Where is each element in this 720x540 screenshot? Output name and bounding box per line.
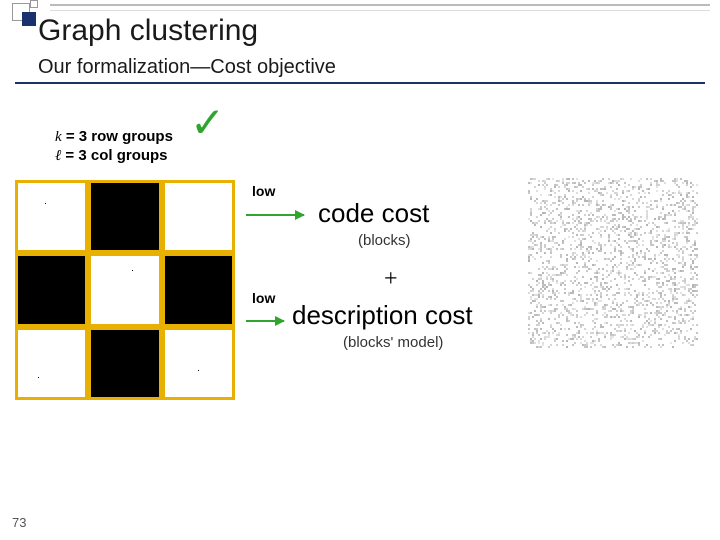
grid-cell xyxy=(162,180,235,253)
code-cost-label: code cost xyxy=(318,198,429,229)
grid-cell xyxy=(88,327,161,400)
block-grid xyxy=(15,180,235,400)
page-number: 73 xyxy=(12,515,26,530)
k-text: = 3 row groups xyxy=(62,128,173,145)
l-text: = 3 col groups xyxy=(61,147,167,164)
page-title: Graph clustering xyxy=(38,14,258,48)
k-variable: k xyxy=(55,129,62,145)
arrow-icon xyxy=(246,214,304,216)
grid-cell xyxy=(162,253,235,326)
checkmark-icon: ✓ xyxy=(190,98,225,147)
low-label-2: low xyxy=(252,290,275,306)
grid-cell xyxy=(162,327,235,400)
plus-symbol: + xyxy=(384,266,398,293)
desc-cost-sub: (blocks' model) xyxy=(343,334,443,351)
grid-cell xyxy=(88,180,161,253)
page-subtitle: Our formalization—Cost objective xyxy=(38,56,336,79)
grid-cell xyxy=(15,327,88,400)
grid-cell xyxy=(15,180,88,253)
grid-cell xyxy=(15,253,88,326)
arrow-icon xyxy=(246,320,284,322)
code-cost-sub: (blocks) xyxy=(358,232,411,249)
group-params: k = 3 row groups ℓ = 3 col groups xyxy=(55,128,173,166)
noise-matrix xyxy=(528,178,698,348)
title-underline xyxy=(15,82,705,84)
desc-cost-label: description cost xyxy=(292,300,473,331)
grid-cell xyxy=(88,253,161,326)
low-label-1: low xyxy=(252,183,275,199)
